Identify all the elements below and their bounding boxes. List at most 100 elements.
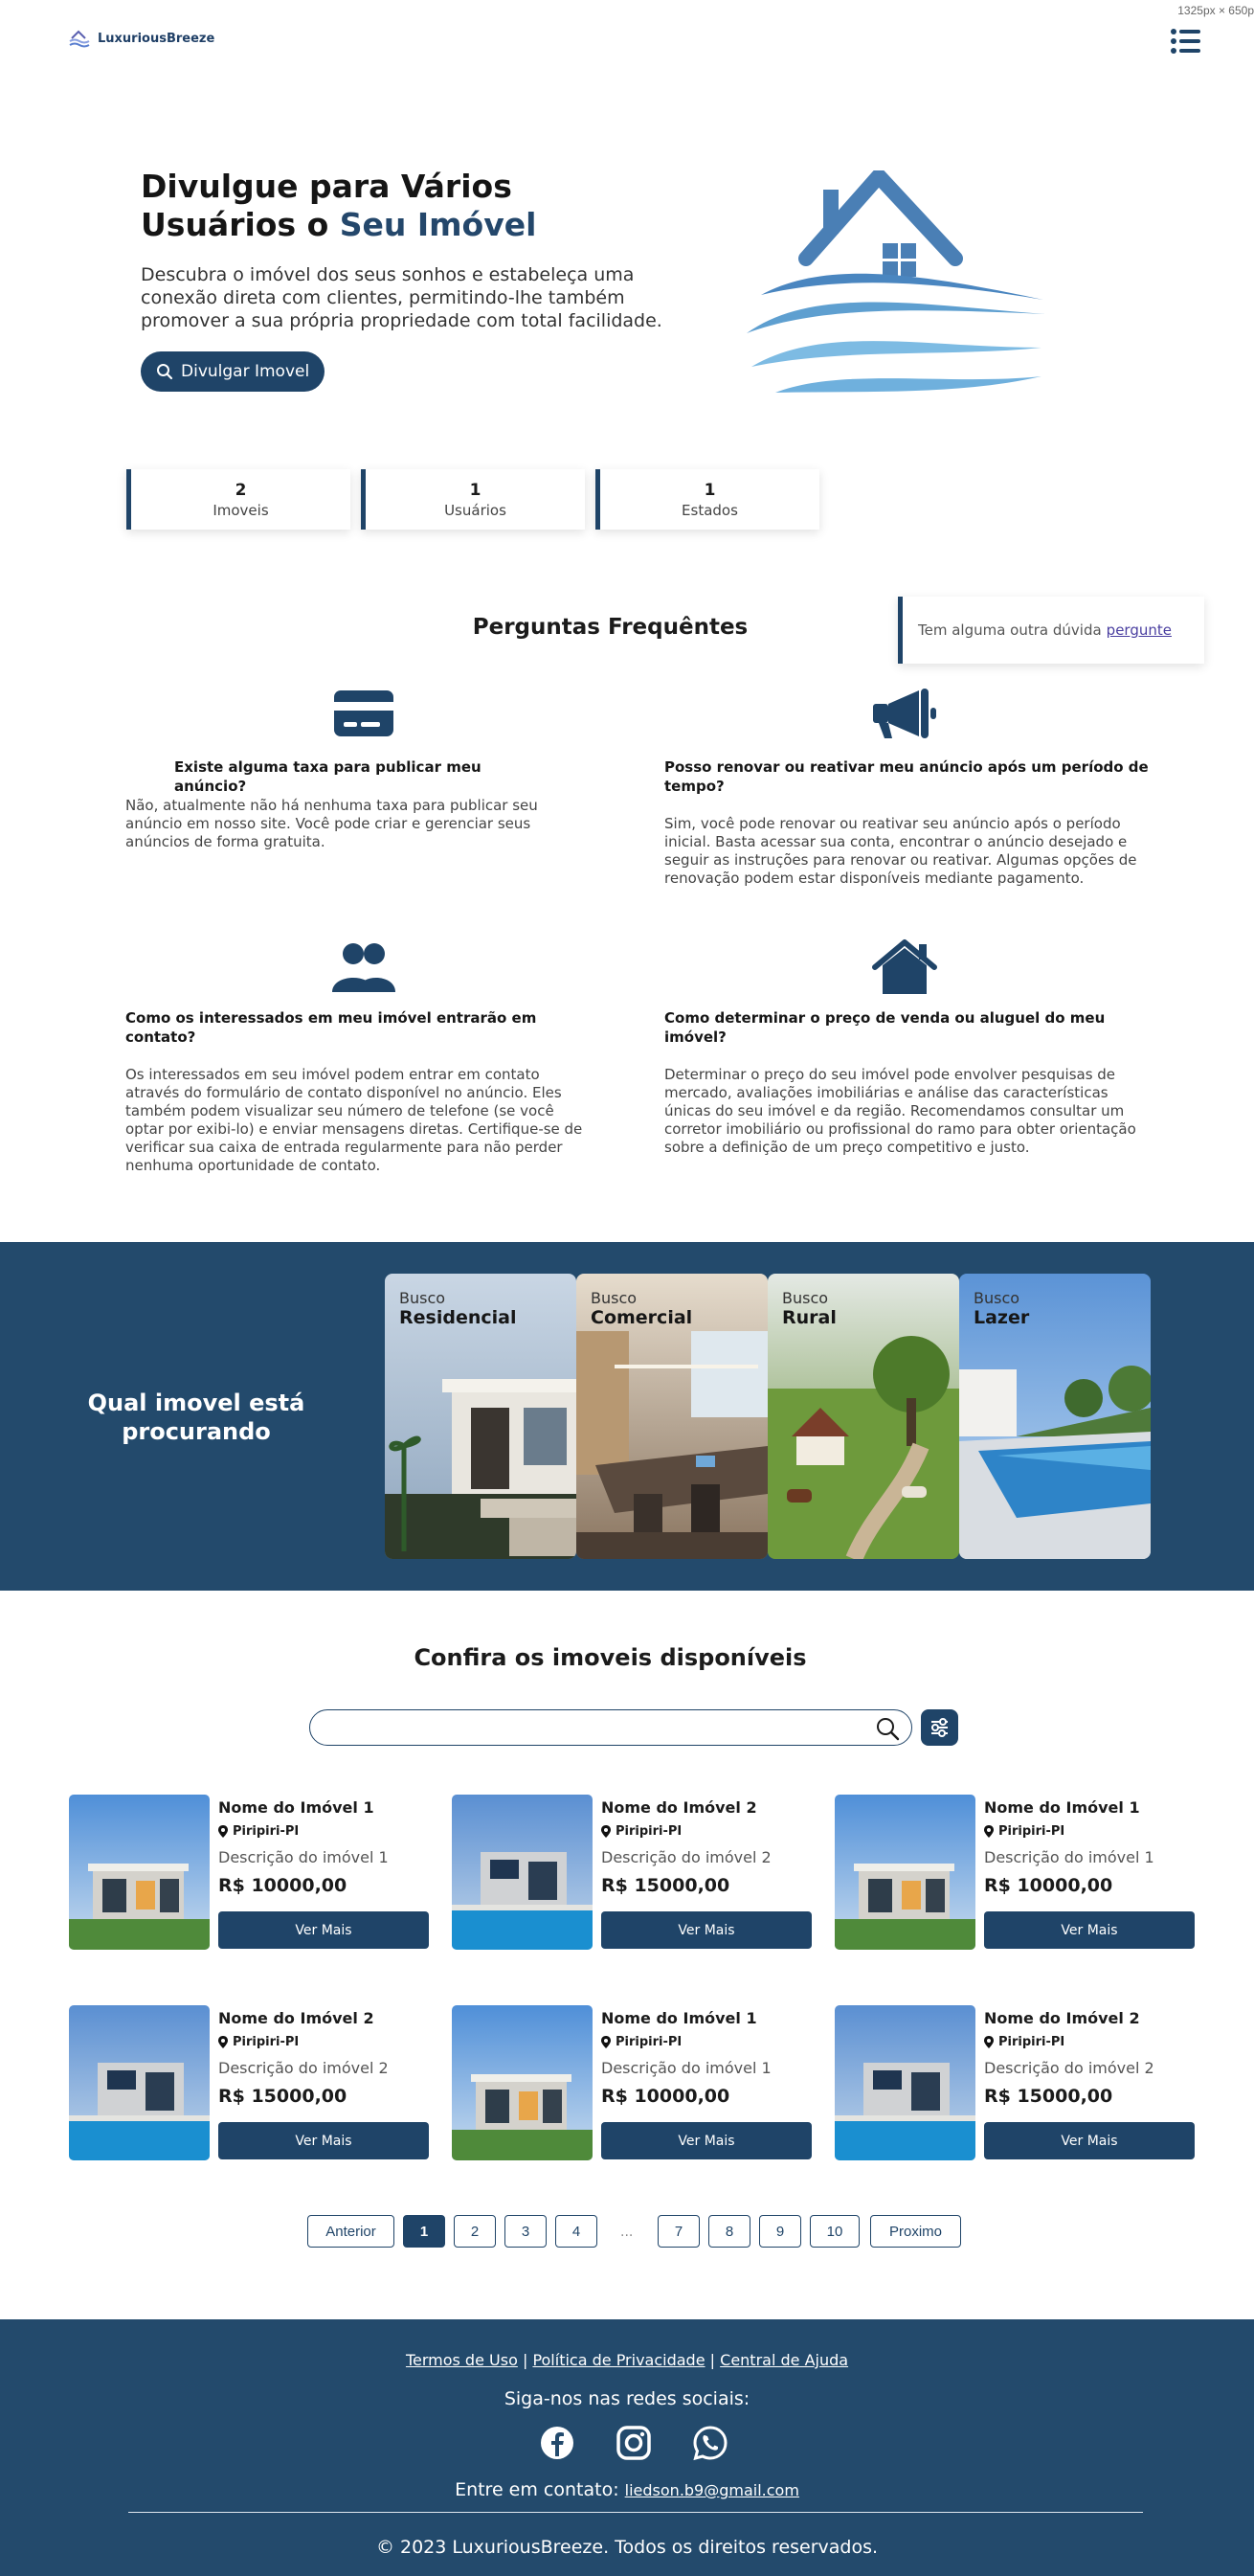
- property-card: Nome do Imóvel 2 Piripiri-PI Descrição d…: [69, 2005, 429, 2160]
- property-photo[interactable]: [69, 1795, 210, 1950]
- pagination-page-button[interactable]: 9: [759, 2215, 801, 2248]
- property-card: Nome do Imóvel 2 Piripiri-PI Descrição d…: [452, 1795, 812, 1950]
- property-price: R$ 15000,00: [218, 2086, 347, 2107]
- category-name: Comercial: [591, 1307, 693, 1328]
- pagination-page-button[interactable]: 1: [403, 2215, 445, 2248]
- stat-label: Imoveis: [213, 502, 269, 519]
- contact-email-link[interactable]: liedson.b9@gmail.com: [625, 2481, 799, 2499]
- view-more-button[interactable]: Ver Mais: [984, 2122, 1195, 2159]
- pagination-page-button[interactable]: 4: [555, 2215, 597, 2248]
- pagination-page-button[interactable]: 8: [708, 2215, 750, 2248]
- search-icon[interactable]: [875, 1716, 900, 1741]
- stat-users: 1 Usuários: [361, 469, 585, 530]
- pagination-ellipsis: ...: [620, 2225, 634, 2240]
- search-icon: [157, 364, 173, 380]
- ask-question-text: Tem alguma outra dúvida: [918, 621, 1102, 639]
- property-name: Nome do Imóvel 1: [218, 1798, 374, 1817]
- property-card: Nome do Imóvel 1 Piripiri-PI Descrição d…: [835, 1795, 1195, 1950]
- faq-answer: Os interessados em seu imóvel podem entr…: [125, 1066, 583, 1174]
- hero-title-line1: Divulgue para Vários: [141, 168, 512, 205]
- publish-property-label: Divulgar Imovel: [181, 362, 310, 381]
- property-photo[interactable]: [452, 1795, 593, 1950]
- category-card-leisure[interactable]: Busco Lazer: [959, 1274, 1151, 1559]
- property-card: Nome do Imóvel 1 Piripiri-PI Descrição d…: [69, 1795, 429, 1950]
- brand-logo[interactable]: LuxuriousBreeze: [69, 29, 214, 48]
- publish-property-button[interactable]: Divulgar Imovel: [141, 351, 325, 392]
- hero-title-line2: Usuários o: [141, 206, 340, 243]
- hero-title: Divulgue para Vários Usuários o Seu Imóv…: [141, 168, 734, 244]
- property-photo[interactable]: [835, 1795, 975, 1950]
- property-name: Nome do Imóvel 2: [218, 2009, 374, 2027]
- property-name: Nome do Imóvel 1: [984, 1798, 1140, 1817]
- sliders-icon: [931, 1718, 948, 1737]
- whatsapp-icon[interactable]: [691, 2424, 729, 2462]
- property-location: Piripiri-PI: [984, 2035, 1064, 2049]
- view-more-button[interactable]: Ver Mais: [218, 1911, 429, 1949]
- property-location: Piripiri-PI: [601, 1824, 682, 1839]
- property-description: Descrição do imóvel 2: [601, 1848, 772, 1866]
- follow-us-text: Siga-nos nas redes sociais:: [504, 2388, 750, 2409]
- category-prefix: Busco: [399, 1289, 446, 1307]
- view-more-button[interactable]: Ver Mais: [601, 1911, 812, 1949]
- stat-value: 1: [469, 481, 481, 500]
- category-name: Rural: [782, 1307, 837, 1328]
- faq-answer: Determinar o preço do seu imóvel pode en…: [664, 1066, 1136, 1156]
- view-more-button[interactable]: Ver Mais: [984, 1911, 1195, 1949]
- property-description: Descrição do imóvel 1: [984, 1848, 1154, 1866]
- category-name: Residencial: [399, 1307, 517, 1328]
- stat-label: Usuários: [444, 502, 506, 519]
- instagram-icon[interactable]: [615, 2424, 653, 2462]
- pagination-page-button[interactable]: 10: [810, 2215, 860, 2248]
- property-location-text: Piripiri-PI: [616, 2035, 683, 2049]
- hero-title-highlight: Seu Imóvel: [339, 206, 537, 243]
- search-input[interactable]: [325, 1710, 871, 1743]
- property-location: Piripiri-PI: [218, 1824, 299, 1839]
- property-description: Descrição do imóvel 1: [218, 1848, 389, 1866]
- property-location-text: Piripiri-PI: [616, 1824, 683, 1839]
- pagination-page-button[interactable]: 7: [658, 2215, 700, 2248]
- logo-house-icon: [69, 30, 90, 48]
- pagination-page-button[interactable]: 3: [504, 2215, 547, 2248]
- property-photo[interactable]: [835, 2005, 975, 2160]
- property-name: Nome do Imóvel 2: [601, 1798, 757, 1817]
- property-location-text: Piripiri-PI: [233, 1824, 300, 1839]
- category-card-residential[interactable]: Busco Residencial: [385, 1274, 576, 1559]
- stat-states: 1 Estados: [595, 469, 819, 530]
- house-icon: [872, 939, 937, 994]
- footer-divider: [128, 2512, 1143, 2513]
- privacy-policy-link[interactable]: Política de Privacidade: [532, 2351, 705, 2369]
- property-price: R$ 10000,00: [218, 1875, 347, 1896]
- terms-of-use-link[interactable]: Termos de Uso: [406, 2351, 518, 2369]
- view-more-button[interactable]: Ver Mais: [601, 2122, 812, 2159]
- credit-card-icon: [334, 690, 393, 736]
- property-price: R$ 10000,00: [984, 1875, 1113, 1896]
- pagination-next-button[interactable]: Proximo: [870, 2215, 961, 2248]
- ask-question-link[interactable]: pergunte: [1107, 621, 1172, 639]
- property-name: Nome do Imóvel 1: [601, 2009, 757, 2027]
- pagination-previous-button[interactable]: Anterior: [307, 2215, 394, 2248]
- location-pin-icon: [218, 1825, 228, 1838]
- property-location-text: Piripiri-PI: [998, 2035, 1065, 2049]
- filter-button[interactable]: [921, 1709, 958, 1746]
- category-prefix: Busco: [591, 1289, 638, 1307]
- faq-question: Como determinar o preço de venda ou alug…: [664, 1009, 1106, 1046]
- property-photo[interactable]: [69, 2005, 210, 2160]
- menu-list-icon[interactable]: [1170, 27, 1202, 56]
- help-center-link[interactable]: Central de Ajuda: [720, 2351, 848, 2369]
- faq-question: Como os interessados em meu imóvel entra…: [125, 1009, 537, 1046]
- property-location-text: Piripiri-PI: [233, 2035, 300, 2049]
- facebook-icon[interactable]: [538, 2424, 576, 2462]
- faq-answer: Sim, você pode renovar ou reativar seu a…: [664, 815, 1137, 887]
- property-photo[interactable]: [452, 2005, 593, 2160]
- category-card-rural[interactable]: Busco Rural: [768, 1274, 959, 1559]
- stat-properties: 2 Imoveis: [126, 469, 350, 530]
- pagination-page-button[interactable]: 2: [454, 2215, 496, 2248]
- category-section-title: Qual imovel está procurando: [87, 1390, 305, 1445]
- contact-label: Entre em contato:: [455, 2479, 619, 2500]
- view-more-button[interactable]: Ver Mais: [218, 2122, 429, 2159]
- property-description: Descrição do imóvel 1: [601, 2059, 772, 2077]
- category-card-commercial[interactable]: Busco Comercial: [576, 1274, 768, 1559]
- megaphone-icon: [873, 689, 936, 738]
- property-location: Piripiri-PI: [218, 2035, 299, 2049]
- property-card: Nome do Imóvel 1 Piripiri-PI Descrição d…: [452, 2005, 812, 2160]
